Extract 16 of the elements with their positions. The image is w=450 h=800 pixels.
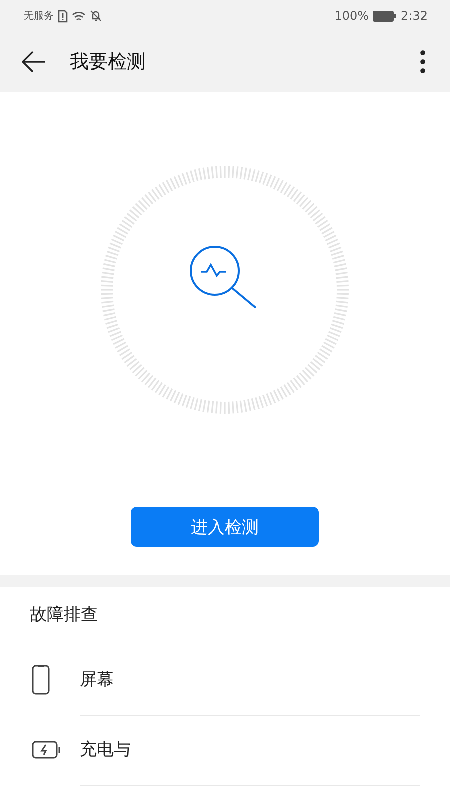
battery-percent: 100% bbox=[334, 9, 370, 23]
page-title: 我要检测 bbox=[70, 50, 147, 75]
bell-off-icon bbox=[90, 10, 102, 22]
item-label[interactable]: 屏幕 bbox=[80, 644, 420, 716]
phone-icon bbox=[32, 665, 50, 695]
item-label[interactable]: 充电与 bbox=[80, 714, 420, 786]
back-arrow-icon[interactable] bbox=[22, 51, 46, 73]
wifi-icon bbox=[72, 10, 86, 22]
more-options-icon[interactable] bbox=[420, 50, 426, 74]
carrier-text: 无服务 bbox=[24, 10, 54, 23]
battery-icon bbox=[373, 10, 398, 22]
section-title: 故障排查 bbox=[29, 604, 99, 627]
start-detection-button[interactable]: 进入检测 bbox=[131, 507, 319, 547]
sim-alert-icon bbox=[58, 10, 68, 22]
clock-time: 2:32 bbox=[401, 9, 428, 23]
battery-charging-icon bbox=[32, 741, 62, 759]
